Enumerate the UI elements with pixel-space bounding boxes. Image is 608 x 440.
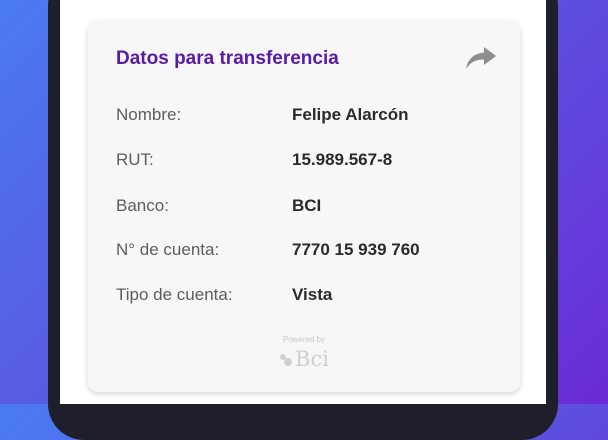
field-row-nombre: Nombre: Felipe Alarcón xyxy=(116,105,506,129)
share-arrow-icon[interactable] xyxy=(464,44,498,72)
field-row-banco: Banco: BCI xyxy=(116,196,506,220)
bci-logo-icon xyxy=(280,354,293,366)
bci-logo: Bci xyxy=(88,347,520,371)
field-label: Nombre: xyxy=(116,105,182,124)
field-row-cuenta: N° de cuenta: 7770 15 939 760 xyxy=(116,240,506,264)
field-label: Tipo de cuenta: xyxy=(116,285,233,304)
field-value: BCI xyxy=(292,196,322,215)
bci-brand-name: Bci xyxy=(295,347,329,371)
field-row-tipo-cuenta: Tipo de cuenta: Vista xyxy=(116,285,506,309)
field-value: 7770 15 939 760 xyxy=(292,240,420,259)
powered-by-label: Powered by xyxy=(282,335,326,344)
field-value: 15.989.567-8 xyxy=(292,150,393,169)
field-value: Felipe Alarcón xyxy=(292,105,409,124)
field-value: Vista xyxy=(292,285,333,304)
field-label: RUT: xyxy=(116,150,154,169)
field-label: N° de cuenta: xyxy=(116,240,220,259)
card-title: Datos para transferencia xyxy=(116,48,339,69)
field-row-rut: RUT: 15.989.567-8 xyxy=(116,150,506,174)
field-label: Banco: xyxy=(116,196,169,215)
transfer-data-card: Datos para transferencia Nombre: Felipe … xyxy=(88,21,520,392)
